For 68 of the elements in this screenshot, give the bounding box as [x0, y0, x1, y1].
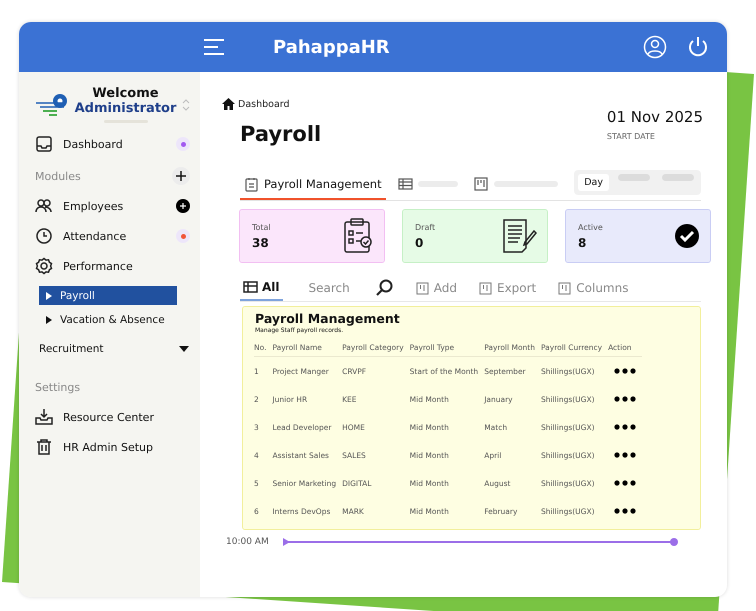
- stat-label: Active: [578, 222, 603, 232]
- breadcrumb-link[interactable]: Dashboard: [238, 98, 290, 110]
- user-role: Administrator: [74, 101, 178, 116]
- date-value: 01 Nov 2025: [606, 108, 703, 126]
- sidebar-item[interactable]: Payroll: [39, 286, 177, 305]
- stat-label: Total: [252, 222, 271, 232]
- board-icon: [474, 176, 489, 192]
- inbox-icon: [35, 135, 53, 153]
- period-option[interactable]: Day: [578, 174, 609, 190]
- sidebar-item[interactable]: Resource Center: [35, 402, 190, 432]
- time-label: 10:00 AM: [226, 537, 269, 547]
- welcome-text: Welcome: [91, 86, 160, 101]
- download-icon: [35, 408, 53, 426]
- check-circle-icon: [674, 223, 700, 249]
- table-icon: [398, 176, 413, 192]
- more-icon[interactable]: [614, 452, 636, 458]
- more-icon[interactable]: [614, 508, 636, 514]
- board-icon: [558, 282, 572, 294]
- clock-icon: [35, 227, 53, 245]
- more-icon[interactable]: [614, 424, 636, 430]
- people-icon: [35, 197, 53, 215]
- sidebar-item[interactable]: Vacation & Absence: [39, 310, 177, 329]
- home-icon[interactable]: [222, 98, 235, 110]
- search-icon[interactable]: [376, 279, 394, 297]
- power-icon[interactable]: [687, 35, 709, 59]
- triangle-icon: [46, 316, 52, 324]
- gear-icon: [35, 257, 53, 275]
- status-badge: [176, 137, 190, 151]
- board-icon: [478, 282, 492, 294]
- view-tab[interactable]: All: [240, 275, 283, 301]
- trash-icon: [35, 438, 53, 456]
- calendar-icon: [244, 176, 259, 192]
- triangle-icon: [46, 292, 52, 300]
- sidebar-item[interactable]: Employees: [35, 191, 190, 221]
- date-label: START DATE: [606, 132, 656, 141]
- logo-icon: [35, 92, 69, 118]
- document-icon: [501, 218, 537, 254]
- stat-value: 8: [578, 236, 588, 250]
- caret-icon: [179, 346, 189, 352]
- sidebar-item[interactable]: Performance: [35, 251, 190, 281]
- menu-icon[interactable]: [203, 38, 225, 56]
- tab[interactable]: Payroll Management: [240, 170, 386, 200]
- sidebar-item[interactable]: Attendance: [35, 221, 190, 251]
- app-title: PahappaHR: [273, 36, 390, 58]
- stat-label: Draft: [415, 222, 436, 232]
- stat-value: 38: [252, 236, 270, 250]
- board-icon: [416, 282, 429, 294]
- status-badge: [176, 229, 190, 243]
- more-icon[interactable]: [614, 480, 636, 486]
- toolbar-button[interactable]: Export: [478, 281, 536, 295]
- more-icon[interactable]: [614, 368, 636, 374]
- sidebar-item[interactable]: Dashboard: [35, 129, 190, 159]
- more-icon[interactable]: [614, 396, 636, 402]
- section-label: Modules: [35, 170, 81, 182]
- plus-icon[interactable]: [172, 167, 190, 185]
- plus-icon[interactable]: [176, 199, 190, 213]
- sidebar-item[interactable]: Recruitment: [35, 334, 189, 364]
- stat-value: 0: [415, 236, 424, 250]
- search-field[interactable]: Search: [308, 281, 350, 295]
- table-title: Payroll Management: [255, 311, 401, 326]
- toolbar-button[interactable]: Add: [416, 281, 457, 295]
- section-label: Settings: [35, 380, 80, 394]
- page-title: Payroll: [240, 122, 322, 146]
- user-icon[interactable]: [643, 35, 667, 59]
- sidebar-item[interactable]: HR Admin Setup: [35, 432, 190, 462]
- table-icon: [243, 281, 258, 293]
- toolbar-button[interactable]: Columns: [558, 281, 628, 295]
- clipboard-icon: [342, 218, 374, 254]
